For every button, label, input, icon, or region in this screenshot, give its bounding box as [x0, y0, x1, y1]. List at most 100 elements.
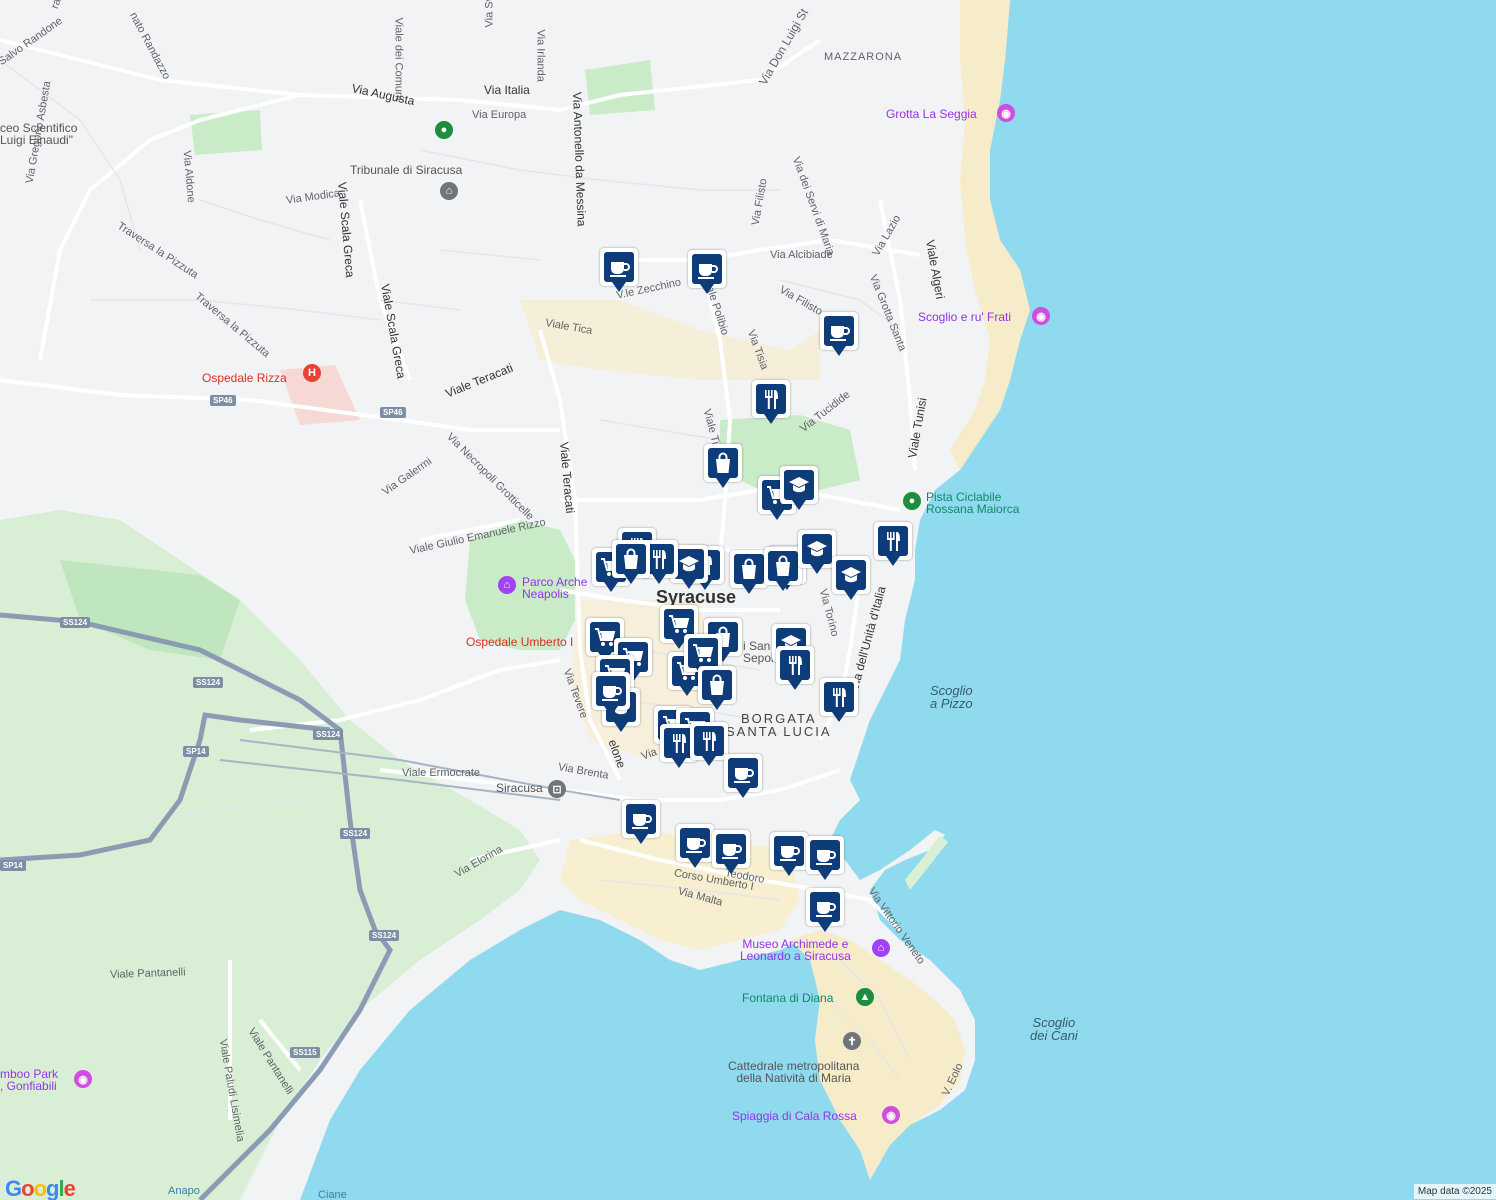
marker-frame	[780, 466, 818, 504]
camera-icon[interactable]: ◉	[1032, 307, 1050, 325]
graduation-cap-icon	[802, 534, 832, 564]
route-shield: SS124	[193, 677, 224, 688]
marker-frame	[874, 522, 912, 560]
marker-tail	[886, 556, 900, 566]
restaurant-marker[interactable]	[820, 678, 858, 724]
poi-jamboo-label[interactable]: mboo Park, Gonfiabili	[0, 1068, 58, 1092]
route-shield: SP14	[183, 746, 209, 757]
cafe-marker[interactable]	[600, 248, 638, 294]
poi-pista-label[interactable]: Pista Ciclabile Rossana Maiorca	[926, 491, 1019, 515]
hospital-icon[interactable]: H	[303, 364, 321, 382]
marker-frame	[704, 444, 742, 482]
shopping-marker[interactable]	[730, 550, 768, 596]
logo-letter: g	[46, 1176, 59, 1200]
place-icon[interactable]: ●	[903, 492, 921, 510]
poi-parco-label[interactable]: Parco Arche Neapolis	[522, 576, 587, 600]
marker-frame	[832, 556, 870, 594]
poi-tribunale-label[interactable]: Tribunale di Siracusa	[350, 164, 462, 176]
cafe-marker[interactable]	[676, 824, 714, 870]
cafe-marker[interactable]	[688, 250, 726, 296]
bank-icon[interactable]: ⌂	[872, 939, 890, 957]
cafe-marker[interactable]	[622, 800, 660, 846]
school-marker[interactable]	[780, 466, 818, 512]
camera-icon[interactable]: ◉	[74, 1070, 92, 1088]
marker-tail	[624, 574, 638, 584]
shopping-cart-icon	[688, 638, 718, 668]
marker-tail	[736, 788, 750, 798]
marker-frame	[730, 550, 768, 588]
camera-icon[interactable]: ◉	[997, 104, 1015, 122]
school-marker[interactable]	[832, 556, 870, 602]
cafe-marker[interactable]	[592, 672, 630, 718]
poi-station-label[interactable]: Siracusa	[496, 782, 543, 794]
poi-ospedale-rizza-label[interactable]: Ospedale Rizza	[202, 372, 287, 384]
marker-tail	[614, 722, 628, 732]
shopping-bag-icon	[708, 448, 738, 478]
place-icon[interactable]: ●	[435, 121, 453, 139]
shopping-bag-icon	[734, 554, 764, 584]
marker-tail	[682, 579, 696, 589]
restaurant-marker[interactable]	[690, 722, 728, 768]
fork-knife-icon	[694, 726, 724, 756]
logo-letter: e	[63, 1176, 76, 1200]
poi-grotta-label[interactable]: Grotta La Seggia	[886, 108, 977, 120]
shopping-marker[interactable]	[698, 666, 736, 712]
poi-cattedrale-label[interactable]: Cattedrale metropolitana della Natività d…	[728, 1060, 859, 1084]
marker-tail	[832, 712, 846, 722]
bank-icon[interactable]: ⌂	[498, 576, 516, 594]
street-label: Via Irlanda	[534, 29, 547, 82]
poi-scoglio-frati-label[interactable]: Scoglio e ru' Frati	[918, 311, 1011, 323]
poi-museo-label[interactable]: Museo Archimede e Leonardo a Siracusa	[740, 938, 851, 962]
marker-frame	[698, 666, 736, 704]
cafe-marker[interactable]	[820, 312, 858, 358]
route-shield: SP46	[380, 407, 406, 418]
marker-tail	[724, 864, 738, 874]
coffee-cup-icon	[728, 758, 758, 788]
poi-liceo-label[interactable]: ceo Scientifico Luigi Einaudi"	[0, 122, 77, 146]
shopping-marker[interactable]	[612, 540, 650, 586]
district-label: BORGATA SANTA LUCIA	[726, 711, 832, 739]
marker-frame	[798, 530, 836, 568]
water-label-scoglio-cani: Scoglio dei Cani	[1030, 1015, 1078, 1043]
cafe-marker[interactable]	[770, 832, 808, 878]
route-shield: SS124	[60, 617, 91, 628]
map-attribution[interactable]: Map data ©2025	[1413, 1184, 1496, 1199]
bank-icon[interactable]: ⌂	[440, 182, 458, 200]
cafe-marker[interactable]	[806, 836, 844, 882]
camera-icon[interactable]: ◉	[882, 1106, 900, 1124]
cross-icon[interactable]: ✝	[843, 1032, 861, 1050]
cafe-marker[interactable]	[806, 888, 844, 934]
cafe-marker[interactable]	[724, 754, 762, 800]
shopping-marker[interactable]	[704, 444, 742, 490]
restaurant-marker[interactable]	[874, 522, 912, 568]
river-label-anapo: Anapo	[168, 1185, 200, 1197]
map-canvas[interactable]: Salvo Randone nato Randazzo rava Viale d…	[0, 0, 1496, 1200]
coffee-cup-icon	[774, 836, 804, 866]
map-base-layer	[0, 0, 1496, 1200]
school-marker[interactable]	[798, 530, 836, 576]
restaurant-marker[interactable]	[776, 646, 814, 692]
marker-tail	[832, 346, 846, 356]
logo-letter: o	[21, 1176, 34, 1200]
train-icon[interactable]: ⊡	[548, 780, 566, 798]
marker-tail	[680, 686, 694, 696]
poi-fontana-label[interactable]: Fontana di Diana	[742, 992, 833, 1004]
coffee-cup-icon	[626, 804, 656, 834]
route-shield: SS124	[340, 828, 371, 839]
tree-icon[interactable]: ▲	[856, 988, 874, 1006]
marker-tail	[652, 574, 666, 584]
poi-ospedale-umberto-label[interactable]: Ospedale Umberto I	[466, 636, 573, 648]
coffee-cup-icon	[824, 316, 854, 346]
cafe-marker[interactable]	[712, 830, 750, 876]
marker-tail	[810, 564, 824, 574]
shopping-marker[interactable]	[764, 547, 802, 593]
fork-knife-icon	[878, 526, 908, 556]
restaurant-marker[interactable]	[752, 380, 790, 426]
route-shield: SP14	[0, 860, 26, 871]
area-label-mazzarona: MAZZARONA	[824, 51, 903, 63]
marker-tail	[672, 758, 686, 768]
marker-frame	[724, 754, 762, 792]
marker-tail	[742, 584, 756, 594]
coffee-cup-icon	[716, 834, 746, 864]
poi-spiaggia-label[interactable]: Spiaggia di Cala Rossa	[732, 1110, 857, 1122]
